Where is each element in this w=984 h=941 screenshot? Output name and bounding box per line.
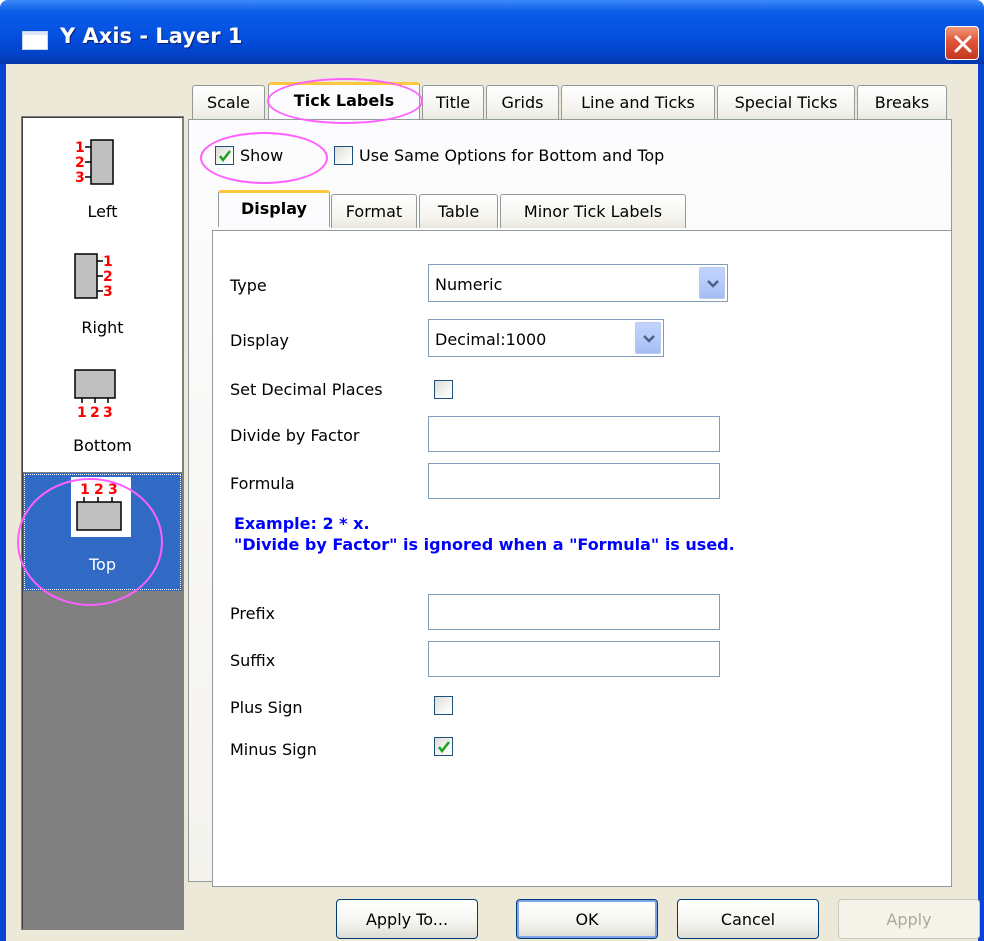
tab-line-and-ticks[interactable]: Line and Ticks — [561, 85, 715, 119]
svg-text:2: 2 — [94, 482, 104, 498]
plus-sign-label: Plus Sign — [230, 698, 303, 717]
minus-sign-label: Minus Sign — [230, 740, 317, 759]
sidebar-item-bottom[interactable]: 1 2 3 Bottom — [23, 354, 182, 472]
left-axis-icon: 1 2 3 — [73, 138, 133, 188]
tab-table[interactable]: Table — [419, 194, 498, 228]
display-dropdown-button[interactable] — [635, 322, 661, 354]
suffix-label: Suffix — [230, 651, 276, 670]
formula-input[interactable] — [428, 463, 720, 499]
prefix-input[interactable] — [428, 594, 720, 630]
example-text-line1: Example: 2 * x. — [234, 514, 370, 533]
set-decimal-places-label: Set Decimal Places — [230, 380, 383, 399]
same-options-label[interactable]: Use Same Options for Bottom and Top — [359, 146, 664, 165]
chevron-down-icon — [707, 280, 719, 288]
tab-format[interactable]: Format — [331, 194, 417, 228]
divide-by-factor-input[interactable] — [428, 416, 720, 452]
prefix-label: Prefix — [230, 604, 275, 623]
display-value: Decimal:1000 — [435, 330, 547, 349]
type-label: Type — [230, 276, 267, 295]
title-bar[interactable]: Y Axis - Layer 1 — [0, 0, 984, 64]
svg-text:1: 1 — [75, 140, 85, 156]
svg-text:2: 2 — [75, 155, 85, 171]
svg-text:3: 3 — [103, 284, 113, 300]
show-checkbox[interactable] — [215, 146, 234, 165]
svg-text:3: 3 — [75, 170, 85, 186]
close-icon — [954, 35, 972, 53]
sidebar-item-right[interactable]: 1 2 3 Right — [23, 236, 182, 354]
svg-text:3: 3 — [108, 482, 118, 498]
sidebar-item-label: Bottom — [73, 436, 132, 455]
sidebar-item-label: Right — [81, 318, 124, 337]
checkmark-icon — [438, 741, 450, 754]
type-dropdown-button[interactable] — [699, 267, 725, 299]
svg-text:2: 2 — [103, 269, 113, 285]
checkmark-icon — [219, 150, 231, 163]
same-options-checkbox[interactable] — [334, 146, 353, 165]
display-label: Display — [230, 331, 289, 350]
close-button[interactable] — [945, 26, 979, 60]
svg-text:1: 1 — [103, 254, 113, 270]
sidebar-item-label: Top — [89, 555, 116, 574]
display-select[interactable]: Decimal:1000 — [428, 319, 664, 357]
dialog-window: Y Axis - Layer 1 1 2 3 Left 1 2 3 Right … — [0, 0, 984, 941]
type-select[interactable]: Numeric — [428, 264, 728, 302]
window-title: Y Axis - Layer 1 — [60, 24, 243, 48]
divide-by-factor-label: Divide by Factor — [230, 426, 360, 445]
tab-tick-labels[interactable]: Tick Labels — [268, 82, 420, 119]
bottom-axis-icon: 1 2 3 — [73, 368, 133, 424]
svg-text:2: 2 — [90, 405, 100, 421]
tab-special-ticks[interactable]: Special Ticks — [717, 85, 855, 119]
axis-sidebar: 1 2 3 Left 1 2 3 Right 1 2 3 Bottom 1 2 … — [21, 116, 184, 930]
formula-label: Formula — [230, 474, 295, 493]
sidebar-item-top[interactable]: 1 2 3 Top — [23, 473, 182, 591]
tab-display[interactable]: Display — [218, 190, 330, 227]
apply-button[interactable]: Apply — [838, 899, 980, 939]
cancel-button[interactable]: Cancel — [677, 899, 819, 939]
svg-text:1: 1 — [77, 405, 87, 421]
tab-title[interactable]: Title — [422, 85, 484, 119]
ok-button[interactable]: OK — [516, 899, 658, 939]
svg-text:3: 3 — [103, 405, 113, 421]
plus-sign-checkbox[interactable] — [434, 696, 453, 715]
tab-breaks[interactable]: Breaks — [857, 85, 947, 119]
type-value: Numeric — [435, 275, 503, 294]
window-icon — [22, 31, 48, 50]
dialog-client: 1 2 3 Left 1 2 3 Right 1 2 3 Bottom 1 2 … — [6, 64, 980, 941]
tab-scale[interactable]: Scale — [192, 85, 265, 119]
top-axis-icon: 1 2 3 — [71, 477, 135, 541]
sidebar-item-label: Left — [87, 202, 118, 221]
sidebar-item-left[interactable]: 1 2 3 Left — [23, 118, 182, 236]
set-decimal-places-checkbox[interactable] — [434, 380, 453, 399]
minus-sign-checkbox[interactable] — [434, 737, 453, 756]
suffix-input[interactable] — [428, 641, 720, 677]
tab-minor-tick-labels[interactable]: Minor Tick Labels — [500, 194, 686, 228]
apply-to-button[interactable]: Apply To... — [336, 899, 478, 939]
show-label[interactable]: Show — [240, 146, 283, 165]
chevron-down-icon — [643, 335, 655, 343]
example-text-line2: "Divide by Factor" is ignored when a "Fo… — [234, 535, 735, 554]
tab-grids[interactable]: Grids — [486, 85, 559, 119]
svg-text:1: 1 — [80, 482, 90, 498]
right-axis-icon: 1 2 3 — [73, 252, 133, 302]
